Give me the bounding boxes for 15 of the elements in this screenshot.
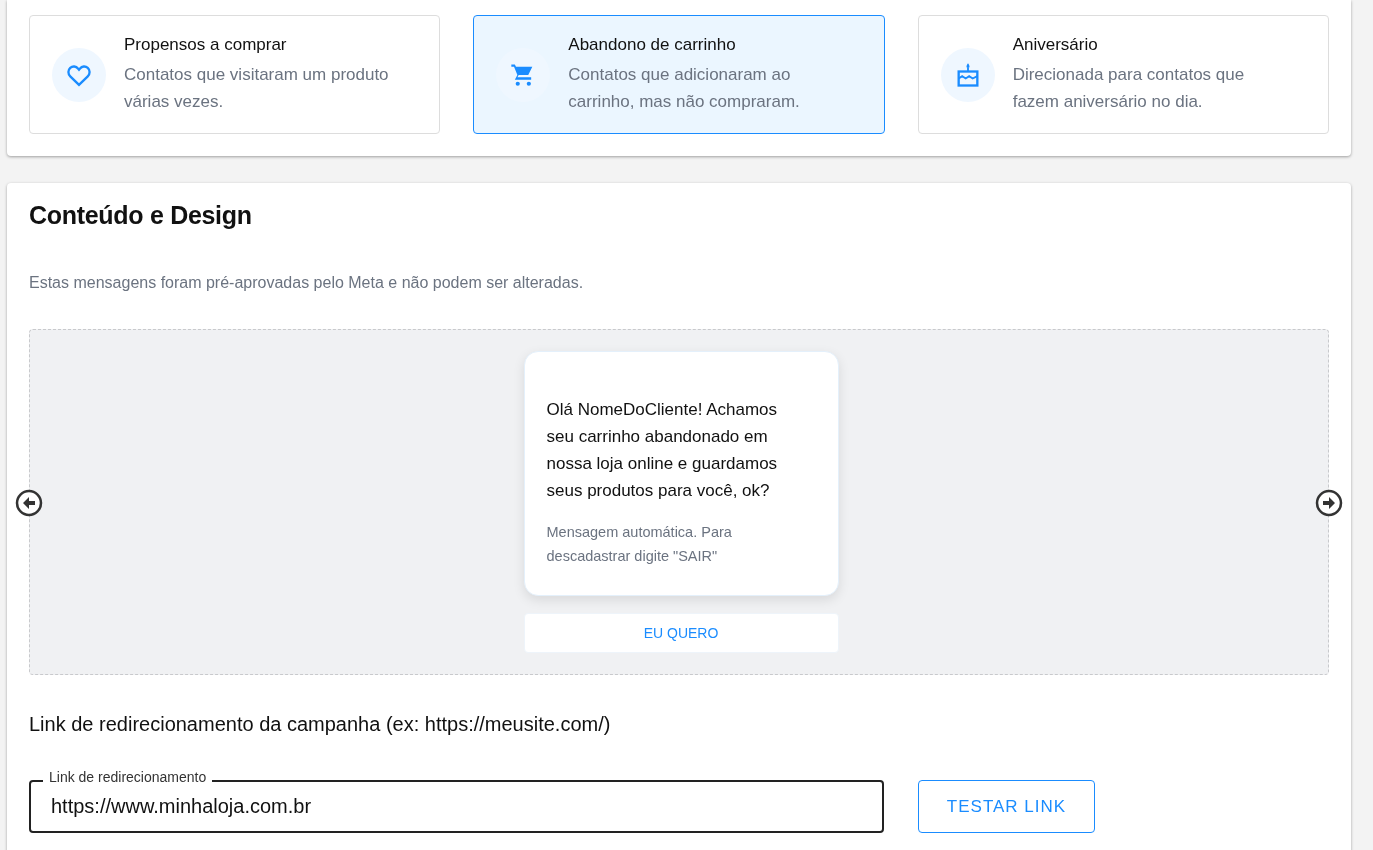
card-description: Contatos que visitaram um produto várias vezes. [124, 63, 389, 113]
card-title: Propensos a comprar [124, 34, 288, 55]
message-footer: Mensagem automática. Para descadastrar digite "SAIR" [546, 520, 798, 568]
audience-card[interactable]: Propensos a comprar Contatos que visitaram um produto várias vezes. [29, 15, 441, 134]
card-description: Direcionada para contatos que fazem aniversário no dia. [1012, 63, 1246, 113]
section-note: Estas mensagens foram pré-aprovadas pelo Meta e não podem ser alteradas. [29, 274, 585, 292]
card-title: Aniversário [1012, 34, 1099, 55]
section-title: Conteúdo e Design [29, 201, 253, 230]
card-description: Contatos que adicionaram ao carrinho, mas não compraram. [568, 63, 801, 113]
message-text: Olá NomeDoCliente! Achamos seu carrinho abandonado em nossa loja online e guardamos seus produtos para você, ok? [546, 399, 779, 502]
link-prompt: Link de redirecionamento da campanha (ex: https://meusite.com/) [29, 713, 612, 736]
card-title: Abandono de carrinho [568, 34, 737, 55]
audience-card[interactable]: Abandono de carrinho Contatos que adicionaram ao carrinho, mas não compraram. [473, 15, 885, 134]
field-label: Link de redirecionamento [43, 769, 213, 785]
audience-card[interactable]: Aniversário Direcionada para contatos que fazem aniversário no dia. [917, 15, 1329, 134]
